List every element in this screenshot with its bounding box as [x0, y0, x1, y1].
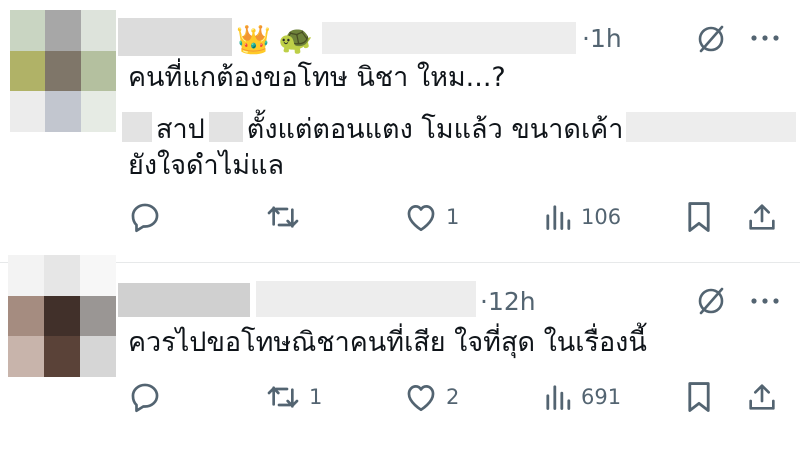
- views-button[interactable]: 106: [543, 203, 621, 231]
- views-count: 106: [581, 205, 622, 229]
- repost-count: 1: [309, 385, 323, 409]
- text-fragment: ตั้งแต่ตอนแตง โมแล้ว ขนาดเค้า: [246, 114, 624, 145]
- username-redacted[interactable]: [118, 18, 232, 56]
- post-text-line-1: ควรไปขอโทษณิชาคนที่เสีย ใจที่สุด ในเรื่อ…: [128, 327, 647, 358]
- views-count: 691: [581, 385, 622, 409]
- bookmark-icon: [688, 382, 710, 412]
- grok-icon[interactable]: [694, 284, 728, 318]
- reply-icon: [131, 383, 159, 413]
- reply-icon: [131, 203, 159, 233]
- post-2[interactable]: ·12h ควรไปขอโทษณิชาคนที่เสีย ใจที่สุด ใน…: [0, 255, 800, 451]
- post-1[interactable]: 👑 🐢 ·1h คนที่แกต้องขอโทษ นิชา ใหม...? สา…: [0, 0, 800, 262]
- like-button[interactable]: 2: [404, 381, 459, 413]
- repost-button[interactable]: [265, 201, 309, 233]
- redacted-word: [122, 112, 152, 142]
- share-button[interactable]: [746, 380, 778, 414]
- text-redacted: [626, 112, 796, 142]
- avatar[interactable]: [8, 255, 116, 377]
- share-icon: [749, 384, 775, 410]
- views-icon: [546, 385, 571, 410]
- like-count: 2: [446, 385, 460, 409]
- redacted-word: [208, 112, 243, 142]
- repost-icon: [267, 206, 299, 228]
- turtle-emoji: 🐢: [278, 23, 313, 56]
- bookmark-icon: [688, 202, 710, 232]
- crown-emoji: 👑: [236, 23, 271, 56]
- heart-icon: [407, 385, 435, 412]
- text-fragment: สาป: [156, 114, 205, 145]
- share-button[interactable]: [746, 200, 778, 234]
- post-text-line-1: คนที่แกต้องขอโทษ นิชา ใหม...?: [128, 62, 506, 93]
- post-time[interactable]: ·1h: [582, 24, 622, 53]
- grok-icon[interactable]: [694, 22, 728, 56]
- reply-button[interactable]: [128, 200, 162, 234]
- more-icon[interactable]: [750, 32, 780, 44]
- bookmark-button[interactable]: [686, 200, 712, 234]
- handle-redacted[interactable]: [322, 22, 576, 54]
- like-button[interactable]: 1: [404, 201, 459, 233]
- views-button[interactable]: 691: [543, 383, 621, 411]
- repost-icon: [267, 386, 299, 408]
- post-text-line-2: สาป ตั้งแต่ตอนแตง โมแล้ว ขนาดเค้า: [122, 110, 624, 150]
- handle-redacted[interactable]: [256, 281, 476, 317]
- views-icon: [546, 205, 571, 230]
- avatar[interactable]: [10, 10, 116, 132]
- like-count: 1: [446, 205, 460, 229]
- share-icon: [749, 204, 775, 230]
- repost-button[interactable]: 1: [265, 381, 322, 413]
- bookmark-button[interactable]: [686, 380, 712, 414]
- post-text-line-3: ยังใจดำไม่แล: [128, 150, 285, 181]
- reply-button[interactable]: [128, 380, 162, 414]
- username-redacted[interactable]: [118, 283, 250, 317]
- post-time[interactable]: ·12h: [480, 287, 536, 316]
- heart-icon: [407, 205, 435, 232]
- more-icon[interactable]: [750, 295, 780, 307]
